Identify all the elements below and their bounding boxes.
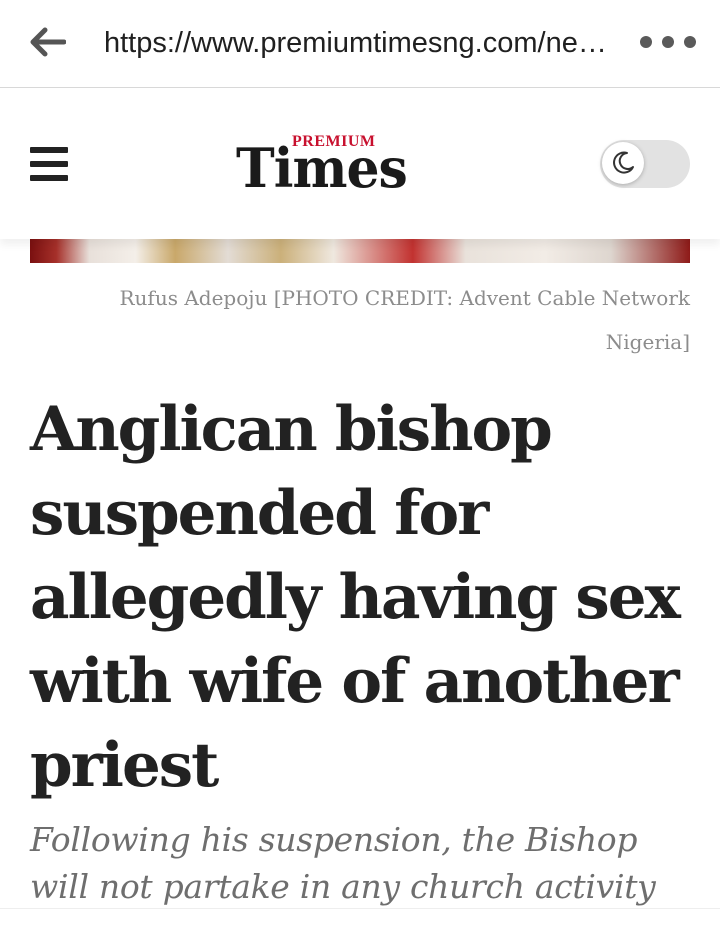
more-horizontal-icon xyxy=(640,36,652,48)
premium-times-logo[interactable]: PREMIUM Times xyxy=(236,133,436,203)
photo-caption: Rufus Adepoju [PHOTO CREDIT: Advent Cabl… xyxy=(119,286,690,354)
browser-address-bar: https://www.premiumtimesng.com/ne… xyxy=(0,0,720,88)
browser-menu-button[interactable] xyxy=(640,26,696,58)
back-button[interactable] xyxy=(26,22,70,62)
article-photo[interactable] xyxy=(30,239,690,263)
bottom-divider xyxy=(0,908,720,933)
more-horizontal-icon xyxy=(662,36,674,48)
toggle-knob xyxy=(602,142,644,184)
article-subheadline: Following his suspension, the Bishop wil… xyxy=(30,820,656,906)
url-field[interactable]: https://www.premiumtimesng.com/ne… xyxy=(104,24,604,62)
more-horizontal-icon xyxy=(684,36,696,48)
logo-times-text: Times xyxy=(236,136,408,201)
hamburger-menu-button[interactable] xyxy=(30,147,68,181)
hamburger-icon xyxy=(30,147,68,153)
article-headline: Anglican bishop suspended for allegedly … xyxy=(30,394,681,801)
moon-icon xyxy=(613,151,634,174)
dark-mode-toggle[interactable] xyxy=(600,140,690,188)
site-header: PREMIUM Times xyxy=(0,89,720,239)
hamburger-icon xyxy=(30,175,68,181)
hamburger-icon xyxy=(30,161,68,167)
arrow-left-icon xyxy=(30,27,66,57)
